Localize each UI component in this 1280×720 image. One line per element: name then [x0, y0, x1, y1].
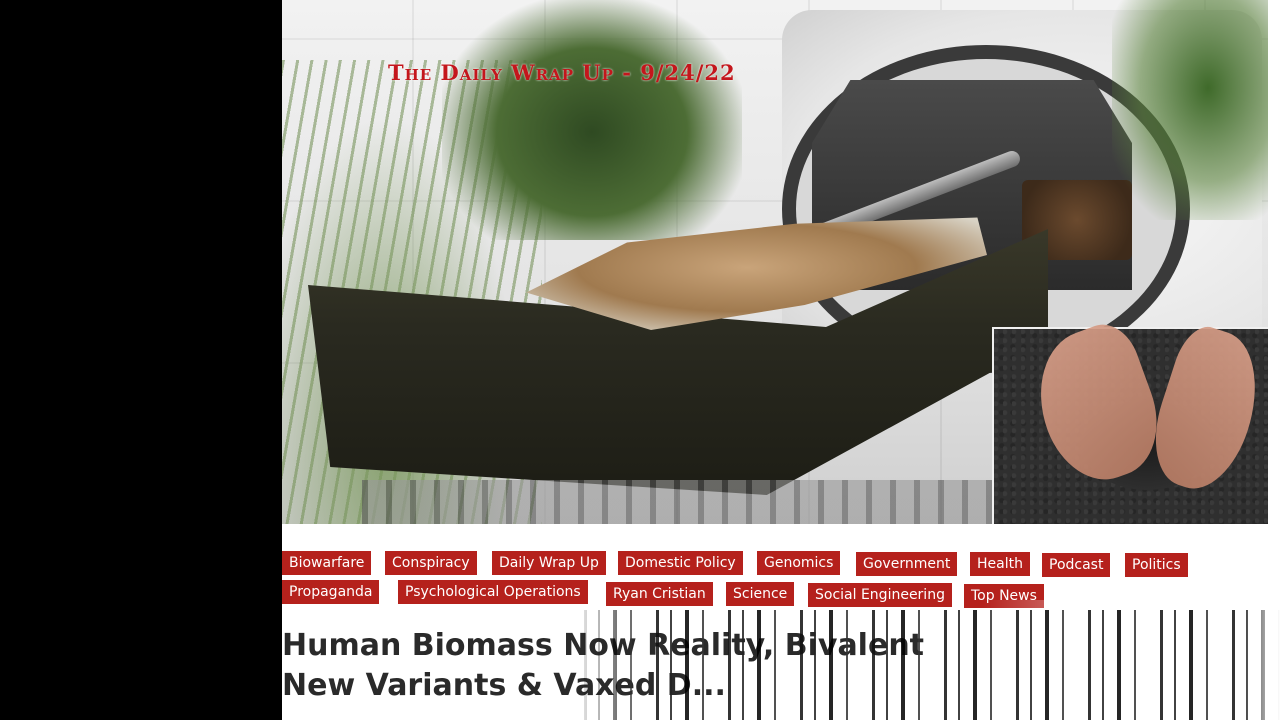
tag-social-engineering[interactable]: Social Engineering — [808, 583, 952, 607]
tag-daily-wrap-up[interactable]: Daily Wrap Up — [492, 551, 606, 575]
tag-politics[interactable]: Politics — [1125, 553, 1188, 577]
tag-health[interactable]: Health — [970, 552, 1030, 576]
tag-biowarfare[interactable]: Biowarfare — [282, 551, 372, 575]
tag-ryan-cristian[interactable]: Ryan Cristian — [606, 582, 713, 606]
tag-podcast[interactable]: Podcast — [1042, 553, 1111, 577]
tag-government[interactable]: Government — [856, 552, 958, 576]
hero-image: The Daily Wrap Up - 9/24/22 — [282, 0, 1268, 524]
tag-propaganda[interactable]: Propaganda — [282, 580, 380, 604]
hero-title: The Daily Wrap Up - 9/24/22 — [388, 60, 736, 85]
barcode-glitch-overlay — [572, 610, 1280, 720]
plants-right — [1112, 0, 1268, 220]
article-page: The Daily Wrap Up - 9/24/22 Biowarfare C… — [282, 0, 1280, 720]
tag-domestic-policy[interactable]: Domestic Policy — [618, 551, 743, 575]
casket-stand — [362, 480, 1002, 524]
tag-psychological-operations[interactable]: Psychological Operations — [398, 580, 588, 604]
tag-science[interactable]: Science — [726, 582, 795, 606]
tag-conspiracy[interactable]: Conspiracy — [385, 551, 477, 575]
plants-middle — [442, 0, 742, 240]
tag-genomics[interactable]: Genomics — [757, 551, 841, 575]
